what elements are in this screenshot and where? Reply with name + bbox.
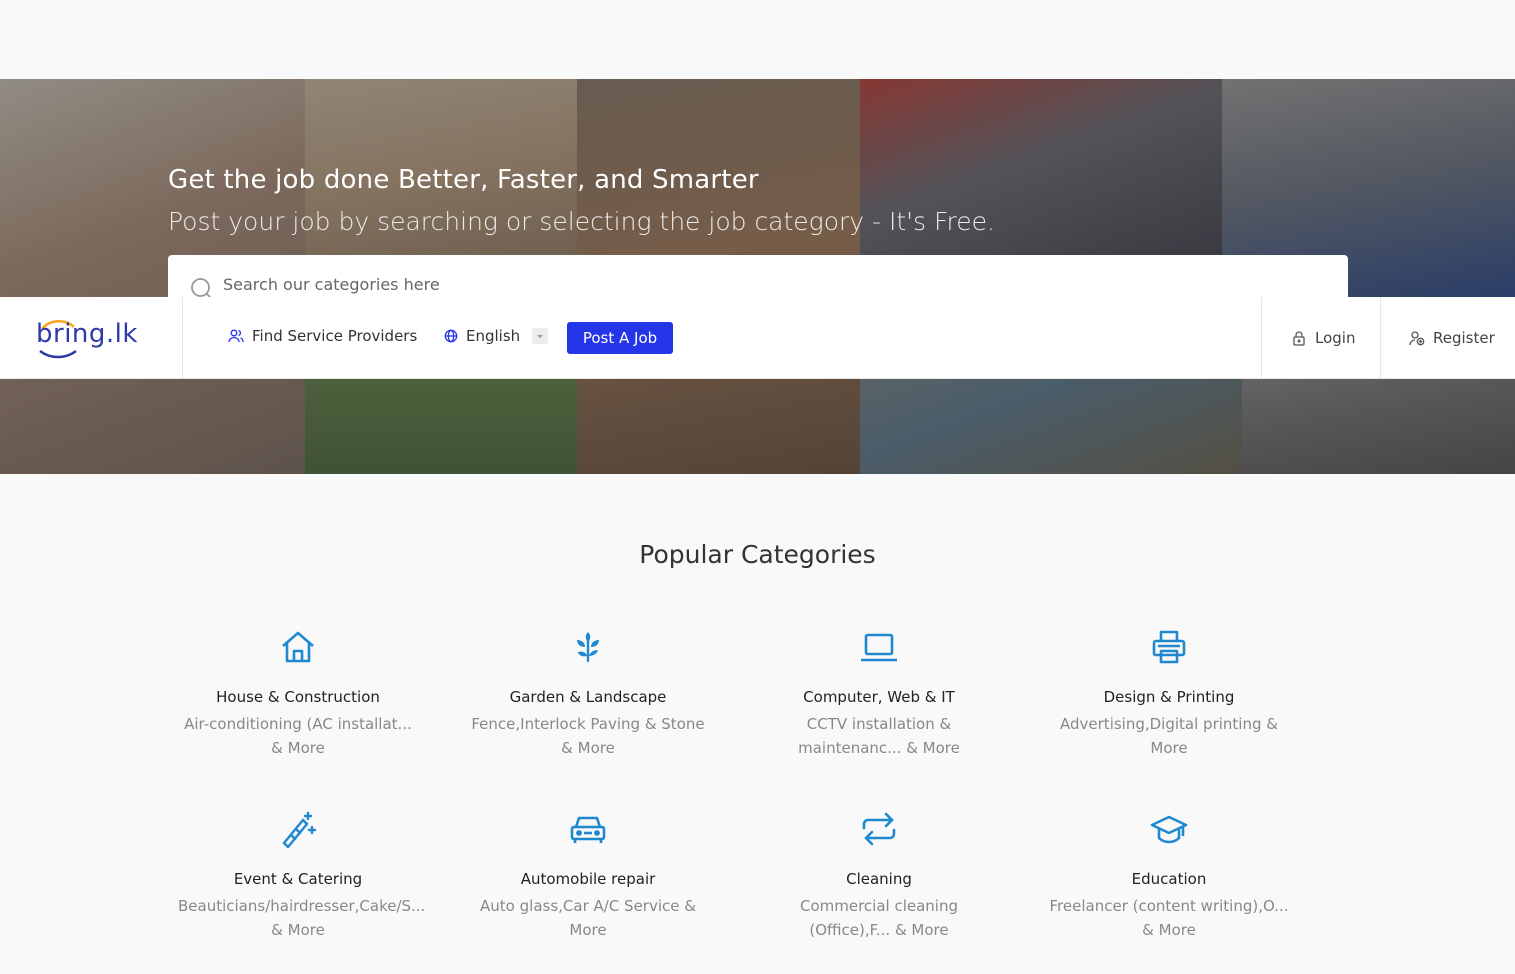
register-label: Register <box>1433 329 1495 347</box>
plant-icon <box>577 632 599 662</box>
category-house-construction[interactable]: House & Construction Air-conditioning (A… <box>168 628 428 760</box>
category-computer-web-it[interactable]: Computer, Web & IT CCTV installation & m… <box>749 628 1009 760</box>
category-subtitle: Air-conditioning (AC installat... & More <box>184 715 412 757</box>
category-name: House & Construction <box>216 688 380 706</box>
user-add-icon <box>1409 331 1425 346</box>
hero-title: Get the job done Better, Faster, and Sma… <box>168 165 759 195</box>
repeat-icon <box>862 812 896 846</box>
language-label: English <box>466 327 521 345</box>
hero-subtitle: Post your job by searching or selecting … <box>168 207 995 236</box>
category-subtitle: Fence,Interlock Paving & Stone & More <box>471 715 705 757</box>
category-subtitle: Advertising,Digital printing & More <box>1060 715 1278 757</box>
popular-categories-title: Popular Categories <box>639 540 876 569</box>
category-education[interactable]: Education Freelancer (content writing),O… <box>1039 810 1299 942</box>
hero-banner: Get the job done Better, Faster, and Sma… <box>0 79 1515 474</box>
globe-icon <box>444 329 458 343</box>
language-select[interactable]: English <box>444 327 549 345</box>
printer-icon <box>1152 630 1186 664</box>
category-subtitle: Freelancer (content writing),O... & More <box>1049 897 1289 939</box>
magic-wand-icon <box>282 811 317 848</box>
logo-text: bring.lk <box>36 319 138 349</box>
car-icon <box>570 816 606 843</box>
category-subtitle: Auto glass,Car A/C Service & More <box>480 897 696 939</box>
lock-icon <box>1293 331 1305 346</box>
laptop-icon <box>861 633 897 662</box>
login-label: Login <box>1315 329 1356 347</box>
logo[interactable]: bring.lk <box>0 297 183 379</box>
category-subtitle: Beauticians/hairdresser,Cake/S... & More <box>178 897 426 939</box>
category-name: Cleaning <box>846 870 912 888</box>
category-name: Education <box>1131 870 1207 888</box>
category-name: Automobile repair <box>520 870 656 888</box>
users-icon <box>228 329 244 343</box>
category-event-catering[interactable]: Event & Catering Beauticians/hairdresser… <box>168 810 428 942</box>
login-link[interactable]: Login <box>1261 297 1380 379</box>
chevron-down-icon[interactable] <box>532 328 549 344</box>
category-name: Computer, Web & IT <box>803 688 955 706</box>
house-icon <box>282 631 314 663</box>
category-subtitle: Commercial cleaning (Office),F... & More <box>799 897 959 939</box>
category-name: Design & Printing <box>1103 688 1235 706</box>
category-name: Event & Catering <box>233 870 363 888</box>
category-name: Garden & Landscape <box>509 688 667 706</box>
category-cleaning[interactable]: Cleaning Commercial cleaning (Office),F.… <box>749 810 1009 942</box>
register-link[interactable]: Register <box>1380 297 1515 379</box>
post-a-job-button[interactable]: Post A Job <box>567 322 673 354</box>
navbar: bring.lk Find Service Providers English … <box>0 297 1515 379</box>
category-subtitle: CCTV installation & maintenanc... & More <box>798 715 960 757</box>
category-design-printing[interactable]: Design & Printing Advertising,Digital pr… <box>1039 628 1299 760</box>
graduation-cap-icon <box>1150 815 1188 844</box>
search-input[interactable] <box>223 275 1223 294</box>
find-service-providers-label: Find Service Providers <box>252 327 418 345</box>
category-garden-landscape[interactable]: Garden & Landscape Fence,Interlock Pavin… <box>458 628 718 760</box>
find-service-providers-link[interactable]: Find Service Providers <box>228 327 417 345</box>
category-automobile-repair[interactable]: Automobile repair Auto glass,Car A/C Ser… <box>458 810 718 942</box>
